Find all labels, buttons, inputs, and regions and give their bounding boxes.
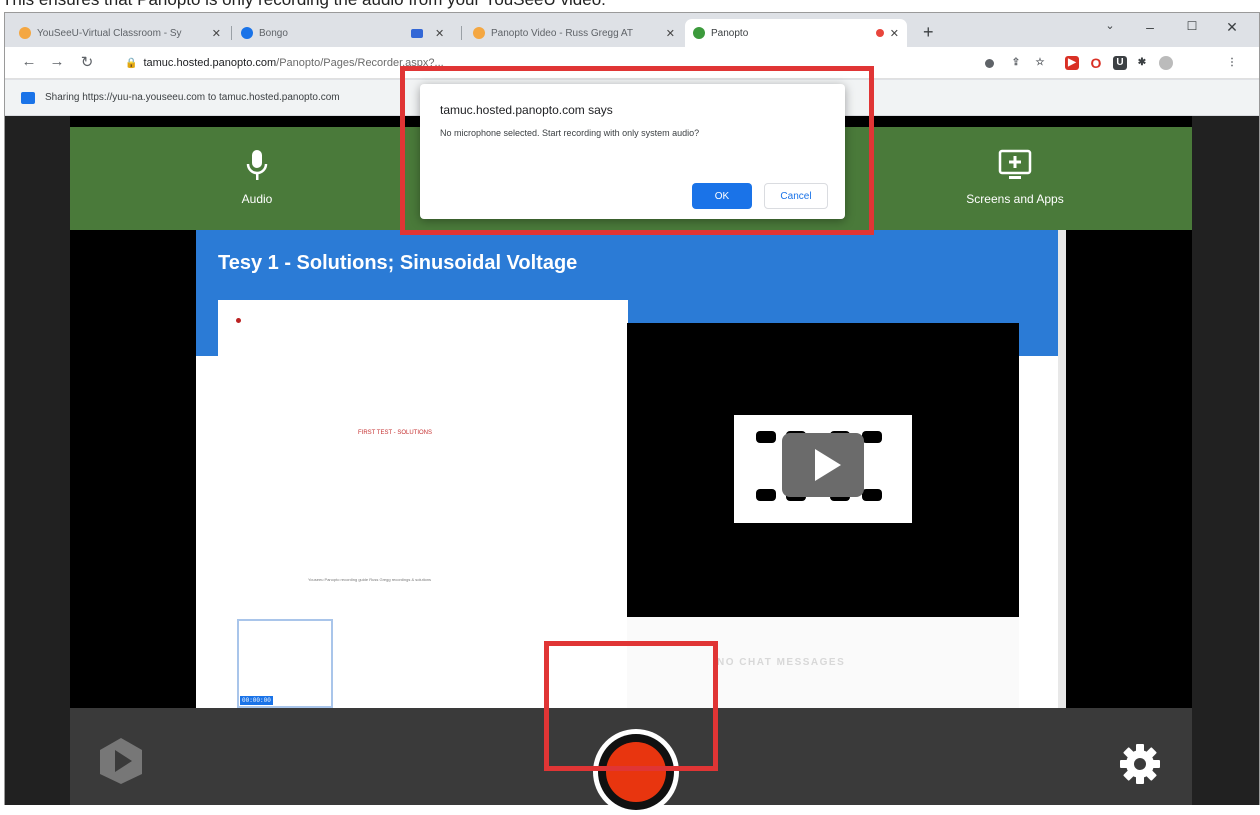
browser-window: YouSeeU-Virtual Classroom - Sy ✕ Bongo ✕… bbox=[4, 12, 1260, 815]
menu-kebab-icon[interactable]: ⋮ bbox=[1225, 56, 1239, 70]
bongo-favicon-icon bbox=[241, 27, 253, 39]
caption-text: This ensures that Panopto is only record… bbox=[0, 0, 1260, 12]
screens-and-apps-button[interactable]: Screens and Apps bbox=[940, 149, 1090, 206]
reload-icon[interactable]: ↻ bbox=[77, 53, 97, 71]
tab-title: YouSeeU-Virtual Classroom - Sy bbox=[37, 27, 182, 39]
slide-thumbnail[interactable]: 00:00:00 bbox=[237, 619, 333, 708]
panopto-favicon-icon bbox=[473, 27, 485, 39]
screen-share-icon bbox=[21, 91, 35, 104]
tab-youseeu[interactable]: YouSeeU-Virtual Classroom - Sy ✕ bbox=[11, 19, 229, 47]
tab-title: Panopto Video - Russ Gregg AT bbox=[491, 27, 633, 39]
close-tab-icon[interactable]: ✕ bbox=[890, 27, 899, 40]
add-screen-icon bbox=[998, 149, 1032, 179]
video-favicon-icon bbox=[411, 28, 423, 38]
bookmark-star-icon[interactable]: ☆ bbox=[1033, 56, 1047, 70]
slide-text: FIRST TEST - SOLUTIONS bbox=[358, 430, 433, 436]
film-perforation bbox=[862, 489, 882, 501]
sharing-text: Sharing https://yuu-na.youseeu.com to ta… bbox=[45, 92, 340, 103]
tab-separator bbox=[231, 26, 232, 40]
shared-content-window: Tesy 1 - Solutions; Sinusoidal Voltage F… bbox=[196, 230, 1066, 708]
minimize-icon[interactable]: – bbox=[1135, 19, 1165, 35]
back-icon[interactable]: ← bbox=[19, 53, 39, 70]
thumbnail-timestamp: 00:00:00 bbox=[240, 696, 273, 705]
play-icon[interactable] bbox=[782, 433, 864, 497]
tab-title: Bongo bbox=[259, 27, 288, 39]
close-tab-icon[interactable]: ✕ bbox=[212, 27, 221, 40]
film-perforation bbox=[756, 489, 776, 501]
camera-icon[interactable] bbox=[985, 59, 994, 68]
tab-zoom[interactable]: ✕ bbox=[403, 19, 457, 47]
chat-empty-text: NO CHAT MESSAGES bbox=[717, 657, 846, 668]
film-perforation bbox=[862, 431, 882, 443]
share-icon[interactable]: ⇪ bbox=[1009, 56, 1023, 70]
audio-label: Audio bbox=[241, 192, 273, 206]
content-title: Tesy 1 - Solutions; Sinusoidal Voltage bbox=[218, 252, 578, 274]
content-scrollbar[interactable] bbox=[1058, 230, 1066, 708]
extensions-puzzle-icon[interactable]: ✱ bbox=[1135, 56, 1149, 70]
video-player[interactable] bbox=[627, 323, 1019, 617]
slide-footer: Youseeu Panopto recording guide Russ Gre… bbox=[308, 577, 432, 582]
recording-indicator-icon bbox=[875, 29, 884, 37]
tab-strip: YouSeeU-Virtual Classroom - Sy ✕ Bongo ✕… bbox=[5, 13, 1259, 47]
tab-search-icon[interactable]: ⌄ bbox=[1095, 19, 1125, 32]
tab-bongo[interactable]: Bongo bbox=[233, 19, 313, 47]
tab-panopto[interactable]: Panopto ✕ bbox=[685, 19, 907, 47]
film-placeholder-icon bbox=[734, 415, 912, 523]
close-window-icon[interactable]: ✕ bbox=[1217, 19, 1247, 36]
film-perforation bbox=[756, 431, 776, 443]
audio-source-button[interactable]: Audio bbox=[182, 149, 332, 206]
panopto-logo-icon bbox=[100, 738, 142, 784]
new-tab-icon[interactable]: + bbox=[923, 22, 934, 43]
slide-preview: FIRST TEST - SOLUTIONS Youseeu Panopto r… bbox=[218, 300, 628, 600]
youseeu-favicon-icon bbox=[19, 27, 31, 39]
extension-icon[interactable]: ▶ bbox=[1065, 56, 1079, 70]
forward-icon[interactable]: → bbox=[47, 53, 67, 70]
address-host: tamuc.hosted.panopto.com bbox=[143, 57, 277, 69]
maximize-icon[interactable]: ☐ bbox=[1177, 19, 1207, 33]
tab-title: Panopto bbox=[711, 27, 749, 39]
lock-icon: 🔒 bbox=[125, 57, 138, 69]
dialog-highlight-box bbox=[400, 66, 874, 235]
settings-gear-icon[interactable] bbox=[1118, 742, 1162, 786]
record-highlight-box bbox=[544, 641, 718, 771]
opera-icon[interactable]: O bbox=[1089, 56, 1103, 70]
screens-label: Screens and Apps bbox=[966, 192, 1064, 206]
slide-bullet bbox=[236, 318, 241, 323]
extension-icon[interactable]: U bbox=[1113, 56, 1127, 70]
close-tab-icon[interactable]: ✕ bbox=[666, 27, 675, 40]
profile-avatar-icon[interactable] bbox=[1159, 56, 1173, 70]
tab-panopto-video[interactable]: Panopto Video - Russ Gregg AT ✕ bbox=[465, 19, 683, 47]
panopto-recycle-favicon-icon bbox=[693, 27, 705, 39]
microphone-icon bbox=[246, 150, 268, 180]
tab-separator bbox=[461, 26, 462, 40]
close-tab-icon[interactable]: ✕ bbox=[435, 27, 444, 40]
